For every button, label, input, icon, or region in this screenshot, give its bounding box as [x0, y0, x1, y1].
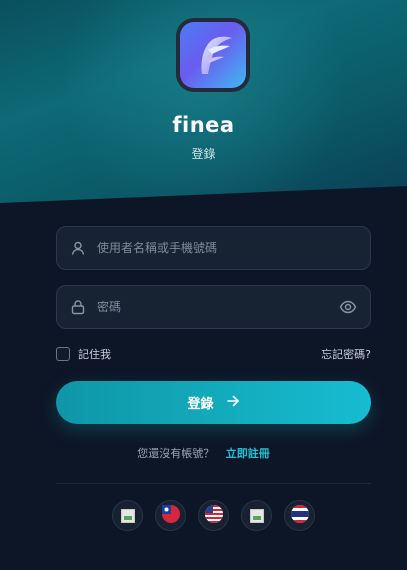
flag-thailand-icon — [290, 504, 309, 527]
forgot-password-link[interactable]: 忘記密碼? — [321, 346, 371, 362]
app-name: finea — [172, 113, 235, 137]
page-subtitle: 登錄 — [191, 147, 216, 161]
remember-label[interactable]: 記住我 — [78, 346, 111, 362]
login-button-label: 登錄 — [187, 397, 214, 412]
eye-icon[interactable] — [338, 297, 358, 317]
language-option[interactable] — [198, 500, 229, 531]
lock-icon — [69, 298, 87, 316]
signup-question: 您還沒有帳號？ — [137, 447, 215, 460]
language-option[interactable] — [284, 500, 315, 531]
app-logo — [176, 18, 250, 92]
password-input[interactable] — [97, 286, 338, 328]
language-option[interactable] — [241, 500, 272, 531]
broken-image-icon — [249, 508, 264, 523]
options-row: 記住我 忘記密碼? — [56, 345, 371, 363]
password-field[interactable] — [56, 285, 371, 329]
broken-image-icon — [120, 508, 135, 523]
language-selector — [112, 500, 315, 531]
username-input[interactable] — [97, 227, 370, 269]
arrow-right-icon — [226, 394, 240, 412]
signup-prompt: 您還沒有帳號？ 立即註冊 — [0, 445, 407, 461]
flag-us-icon — [204, 504, 223, 527]
finea-logo-icon — [180, 22, 246, 88]
user-icon — [69, 239, 87, 257]
signup-link[interactable]: 立即註冊 — [226, 447, 270, 460]
login-button[interactable]: 登錄 — [56, 381, 371, 424]
language-option[interactable] — [155, 500, 186, 531]
divider — [56, 483, 371, 484]
language-option[interactable] — [112, 500, 143, 531]
username-field[interactable] — [56, 226, 371, 270]
flag-taiwan-icon — [161, 504, 180, 527]
remember-checkbox[interactable] — [56, 347, 70, 361]
